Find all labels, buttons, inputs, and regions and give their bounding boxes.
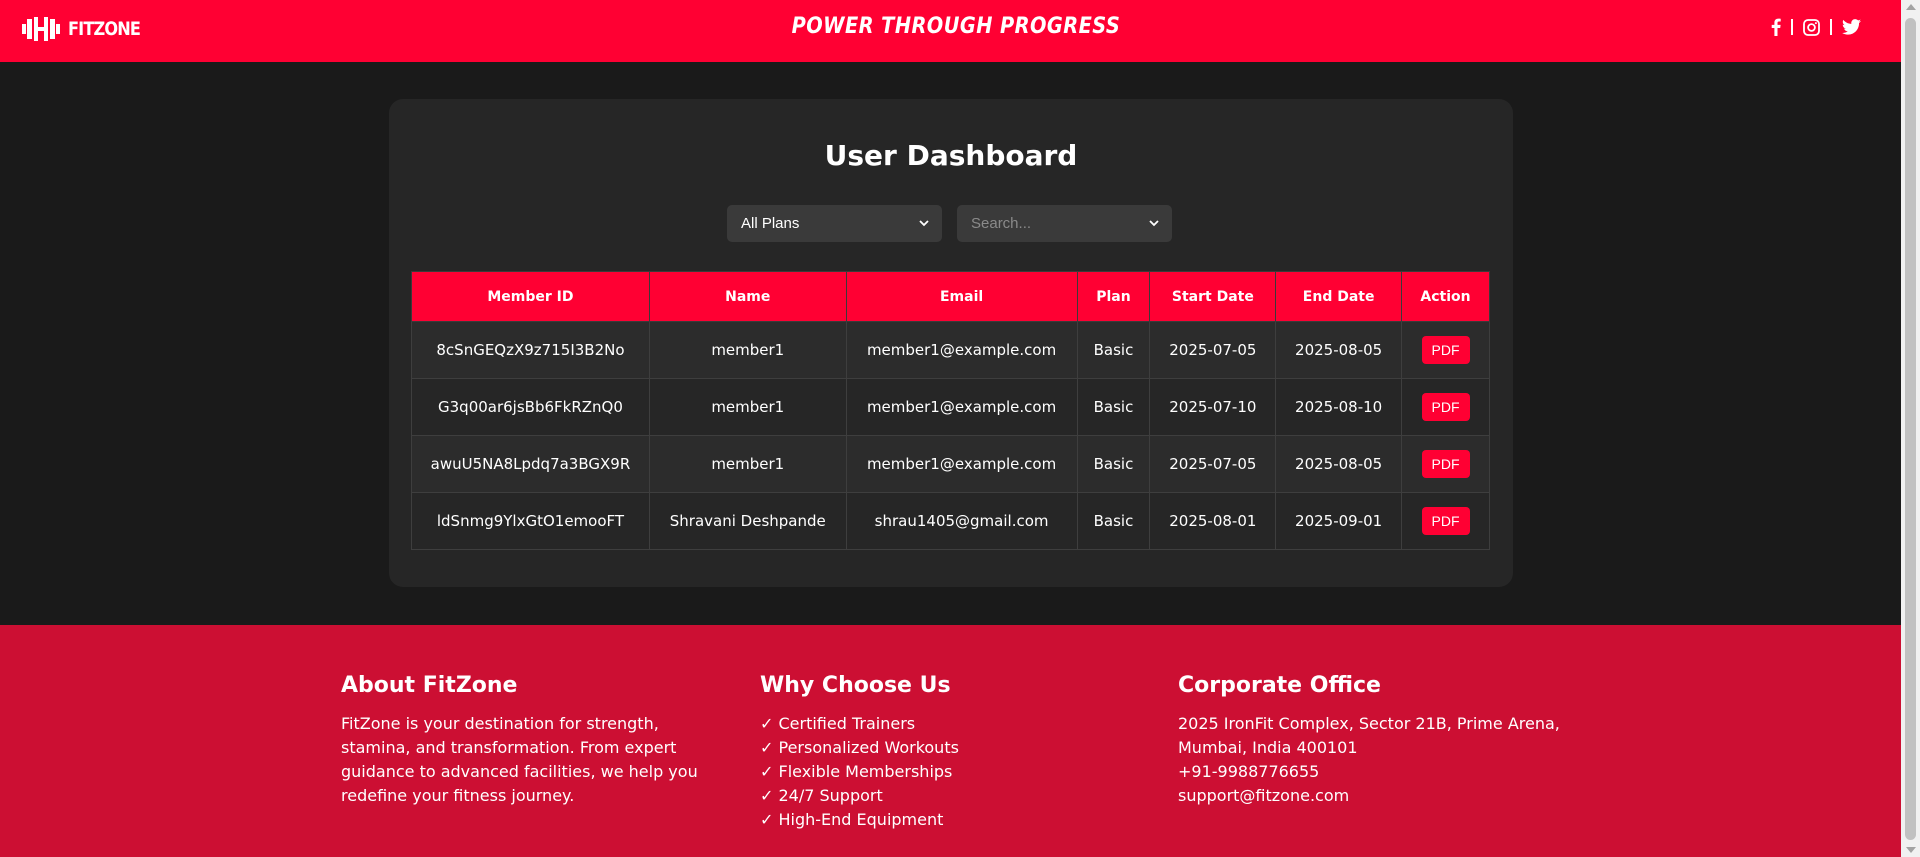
scroll-down-icon[interactable] <box>1906 847 1916 853</box>
filter-bar: All Plans Search... <box>727 205 1172 242</box>
list-item: ✓ Personalized Workouts <box>760 738 959 757</box>
facebook-icon[interactable] <box>1771 18 1781 36</box>
column-header: End Date <box>1275 271 1403 322</box>
table-header-row: Member ID Name Email Plan Start Date End… <box>411 271 1490 322</box>
search-input[interactable]: Search... <box>957 205 1172 242</box>
column-header: Name <box>648 271 847 322</box>
end-date-cell: 2025-08-10 <box>1275 378 1403 436</box>
start-date-cell: 2025-07-05 <box>1149 321 1277 379</box>
list-item: ✓ Flexible Memberships <box>760 762 953 781</box>
plan-filter-value: All Plans <box>741 215 800 232</box>
member-id-cell: awuU5NA8Lpdq7a3BGX9R <box>411 435 650 493</box>
dumbbell-logo-icon <box>22 17 60 41</box>
chevron-down-icon <box>1149 220 1159 227</box>
plan-filter-select[interactable]: All Plans <box>727 205 942 242</box>
end-date-cell: 2025-08-05 <box>1275 435 1403 493</box>
column-header: Member ID <box>411 271 650 322</box>
start-date-cell: 2025-08-01 <box>1149 492 1277 550</box>
footer-about: About FitZone FitZone is your destinatio… <box>341 673 711 808</box>
pdf-button[interactable]: PDF <box>1421 450 1470 478</box>
search-placeholder: Search... <box>971 215 1032 232</box>
action-cell: PDF <box>1401 321 1490 379</box>
footer-office: Corporate Office 2025 IronFit Complex, S… <box>1178 673 1578 808</box>
social-links <box>1771 18 1861 36</box>
brand-slogan: POWER THROUGH PROGRESS <box>791 14 1121 39</box>
table-row: awuU5NA8Lpdq7a3BGX9R member1 member1@exa… <box>411 435 1490 493</box>
name-cell: member1 <box>648 321 847 379</box>
plan-cell: Basic <box>1076 435 1151 493</box>
email-cell: member1@example.com <box>845 378 1078 436</box>
name-cell: Shravani Deshpande <box>648 492 847 550</box>
page-title: User Dashboard <box>824 139 1078 172</box>
member-id-cell: 8cSnGEQzX9z715I3B2No <box>411 321 650 379</box>
action-cell: PDF <box>1401 492 1490 550</box>
footer-about-title: About FitZone <box>341 673 518 698</box>
plan-cell: Basic <box>1076 492 1151 550</box>
column-header: Plan <box>1076 271 1151 322</box>
name-cell: member1 <box>648 435 847 493</box>
office-city-line: Mumbai, India 400101 <box>1178 738 1358 757</box>
list-item: ✓ High-End Equipment <box>760 810 944 829</box>
member-id-cell: ldSnmg9YlxGtO1emooFT <box>411 492 650 550</box>
end-date-cell: 2025-08-05 <box>1275 321 1403 379</box>
table-row: G3q00ar6jsBb6FkRZnQ0 member1 member1@exa… <box>411 378 1490 436</box>
dashboard-card: User Dashboard All Plans Search... Membe… <box>389 99 1513 587</box>
office-address-line: 2025 IronFit Complex, Sector 21B, Prime … <box>1178 714 1560 733</box>
chevron-down-icon <box>919 220 929 227</box>
end-date-cell: 2025-09-01 <box>1275 492 1403 550</box>
scroll-up-icon[interactable] <box>1906 4 1916 10</box>
list-item: ✓ 24/7 Support <box>760 786 883 805</box>
page-scrollbar[interactable] <box>1901 0 1920 857</box>
list-item: ✓ Certified Trainers <box>760 714 916 733</box>
site-footer: About FitZone FitZone is your destinatio… <box>0 625 1901 857</box>
plan-cell: Basic <box>1076 321 1151 379</box>
social-separator <box>1791 19 1793 35</box>
members-table: Member ID Name Email Plan Start Date End… <box>411 271 1490 550</box>
scrollbar-thumb[interactable] <box>1905 18 1916 840</box>
table-row: ldSnmg9YlxGtO1emooFT Shravani Deshpande … <box>411 492 1490 550</box>
office-email[interactable]: support@fitzone.com <box>1178 784 1578 808</box>
column-header: Action <box>1401 271 1490 322</box>
email-cell: member1@example.com <box>845 435 1078 493</box>
table-row: 8cSnGEQzX9z715I3B2No member1 member1@exa… <box>411 321 1490 379</box>
pdf-button[interactable]: PDF <box>1421 507 1470 535</box>
instagram-icon[interactable] <box>1803 18 1820 36</box>
column-header: Start Date <box>1149 271 1277 322</box>
email-cell: shrau1405@gmail.com <box>845 492 1078 550</box>
start-date-cell: 2025-07-10 <box>1149 378 1277 436</box>
action-cell: PDF <box>1401 435 1490 493</box>
footer-why-title: Why Choose Us <box>760 673 951 698</box>
footer-why: Why Choose Us ✓ Certified Trainers ✓ Per… <box>760 673 1060 832</box>
office-phone[interactable]: +91-9988776655 <box>1178 760 1578 784</box>
column-header: Email <box>845 271 1078 322</box>
start-date-cell: 2025-07-05 <box>1149 435 1277 493</box>
member-id-cell: G3q00ar6jsBb6FkRZnQ0 <box>411 378 650 436</box>
name-cell: member1 <box>648 378 847 436</box>
footer-about-text: FitZone is your destination for strength… <box>341 714 698 805</box>
footer-office-title: Corporate Office <box>1178 673 1381 698</box>
top-navbar: FITZONE POWER THROUGH PROGRESS <box>0 0 1901 62</box>
pdf-button[interactable]: PDF <box>1421 393 1470 421</box>
action-cell: PDF <box>1401 378 1490 436</box>
pdf-button[interactable]: PDF <box>1421 336 1470 364</box>
social-separator <box>1830 19 1832 35</box>
email-cell: member1@example.com <box>845 321 1078 379</box>
footer-why-list: ✓ Certified Trainers ✓ Personalized Work… <box>760 712 1060 832</box>
plan-cell: Basic <box>1076 378 1151 436</box>
twitter-icon[interactable] <box>1842 19 1861 35</box>
